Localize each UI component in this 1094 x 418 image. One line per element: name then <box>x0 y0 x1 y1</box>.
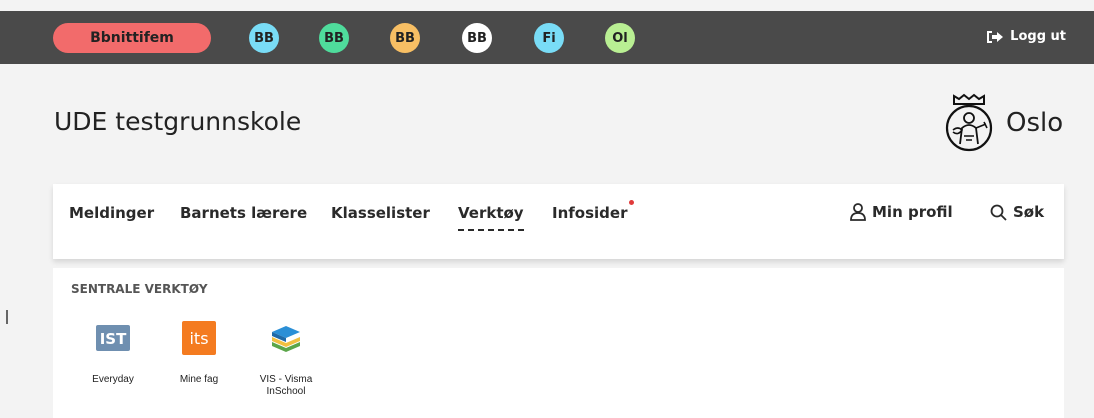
section-title: SENTRALE VERKTØY <box>71 282 208 296</box>
user-badge-3[interactable]: BB <box>390 23 420 53</box>
tool-visma-inschool[interactable]: VIS - Visma InSchool <box>251 320 321 398</box>
search-label: Søk <box>1013 203 1045 221</box>
tool-everyday[interactable]: IST Everyday <box>78 320 148 386</box>
search-button[interactable]: Søk <box>990 203 1044 221</box>
svg-text:its: its <box>189 329 208 348</box>
notification-dot <box>629 200 635 205</box>
user-badge-4[interactable]: BB <box>462 23 492 53</box>
main-nav: Meldinger Barnets lærere Klasselister Ve… <box>53 184 1064 259</box>
user-badge-5[interactable]: Fi <box>534 23 564 53</box>
logout-button[interactable]: Logg ut <box>986 29 1066 44</box>
city-name: Oslo <box>1006 108 1064 138</box>
oslo-logo[interactable]: Oslo <box>940 92 1063 154</box>
tool-label: VIS - Visma InSchool <box>259 374 313 397</box>
profile-label: Min profil <box>872 203 953 221</box>
oslo-seal-icon <box>945 93 993 152</box>
nav-meldinger[interactable]: Meldinger <box>69 204 154 222</box>
logout-label: Logg ut <box>1010 29 1066 44</box>
nav-infosider[interactable]: Infosider <box>552 200 635 222</box>
user-badge-6[interactable]: Ol <box>605 23 635 53</box>
search-icon <box>990 204 1007 221</box>
tool-mine-fag[interactable]: its Mine fag <box>164 320 234 386</box>
user-badge-2[interactable]: BB <box>319 23 349 53</box>
window-edge-mark <box>6 310 8 324</box>
tool-label: Mine fag <box>179 374 219 385</box>
profile-button[interactable]: Min profil <box>850 203 953 221</box>
nav-infosider-label: Infosider <box>552 204 628 222</box>
books-icon <box>268 320 304 356</box>
school-name: UDE testgrunnskole <box>54 107 302 136</box>
its-logo-icon: its <box>181 320 217 356</box>
logout-icon <box>986 30 1004 44</box>
nav-verktoy[interactable]: Verktøy <box>458 204 524 231</box>
user-icon <box>850 203 866 221</box>
active-user-pill[interactable]: Bbnittifem <box>53 23 211 53</box>
user-badge-1[interactable]: BB <box>249 23 279 53</box>
ist-logo-icon: IST <box>95 320 131 356</box>
nav-klasselister[interactable]: Klasselister <box>331 204 430 222</box>
svg-text:IST: IST <box>100 330 127 348</box>
tools-panel: SENTRALE VERKTØY IST Everyday its Mine f… <box>53 268 1064 418</box>
tool-label: Everyday <box>92 374 134 385</box>
nav-barnets-laerere[interactable]: Barnets lærere <box>180 204 307 222</box>
top-bar: Bbnittifem BB BB BB BB Fi Ol Logg ut <box>0 11 1094 64</box>
